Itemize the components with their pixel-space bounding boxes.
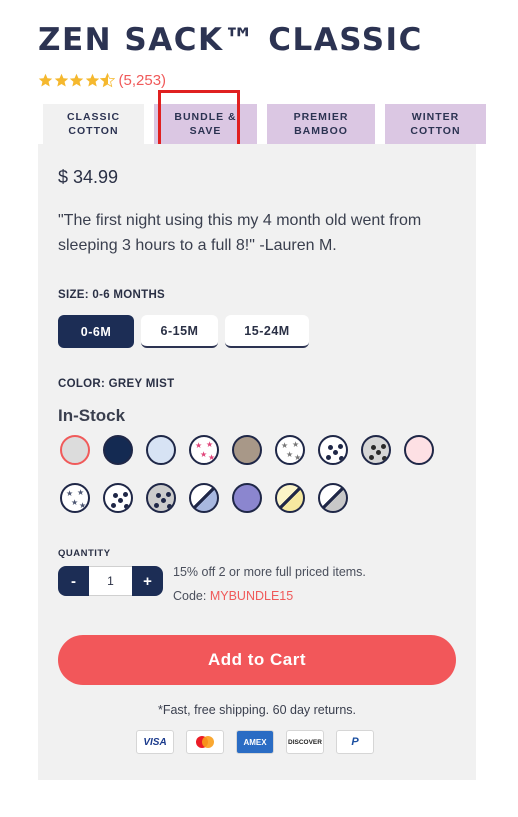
stock-status: In-Stock	[58, 406, 126, 425]
promo-code: MYBUNDLE15	[209, 589, 294, 603]
color-swatch-light-blue[interactable]	[146, 435, 176, 465]
product-tabs: CLASSIC COTTON BUNDLE & SAVE PREMIER BAMBOO…	[43, 104, 496, 144]
quantity-stepper: - +	[58, 566, 163, 596]
color-swatch-grey-stars[interactable]: ★ ★ ★ ★	[275, 435, 305, 465]
product-title: ZEN SACK™ CLASSIC	[38, 22, 423, 58]
discover-label: DISCOVER	[288, 738, 322, 746]
mastercard-icon	[186, 730, 224, 754]
size-label: SIZE: 0-6 MONTHS	[58, 289, 166, 301]
tab-bundle-save[interactable]: BUNDLE & SAVE	[154, 104, 257, 144]
color-swatch-blush[interactable]	[404, 435, 434, 465]
rating[interactable]: (5,253)	[38, 70, 166, 90]
color-swatch-grey-triangles[interactable]	[146, 483, 176, 513]
visa-icon: VISA	[136, 730, 174, 754]
discover-icon: DISCOVER	[286, 730, 324, 754]
amex-icon: AMEX	[236, 730, 274, 754]
quantity-label: QUANTITY	[58, 548, 111, 559]
promo-text: 15% off 2 or more full priced items. Cod…	[173, 560, 373, 608]
color-swatch-navy[interactable]	[103, 435, 133, 465]
decrease-quantity-button[interactable]: -	[58, 566, 89, 596]
review-count[interactable]: (5,253)	[119, 72, 167, 89]
color-swatch-lavender[interactable]	[232, 483, 262, 513]
color-swatch-grey-mist[interactable]	[60, 435, 90, 465]
amex-label: AMEX	[243, 737, 267, 747]
add-to-cart-button[interactable]: Add to Cart	[58, 635, 456, 685]
star-icon	[69, 73, 84, 86]
size-option-6-15m[interactable]: 6-15M	[141, 315, 218, 348]
increase-quantity-button[interactable]: +	[132, 566, 163, 596]
product-panel: $ 34.99 "The first night using this my 4…	[38, 144, 476, 780]
color-swatch-navy-dots[interactable]	[318, 435, 348, 465]
visa-label: VISA	[143, 736, 167, 748]
color-swatch-yellow-white[interactable]	[275, 483, 305, 513]
color-swatch-grey-pattern[interactable]	[318, 483, 348, 513]
payment-methods: VISA AMEX DISCOVER P	[136, 730, 386, 754]
color-swatch-blue-stars[interactable]: ★ ★ ★ ★	[60, 483, 90, 513]
star-icon	[85, 73, 99, 86]
star-icon	[38, 73, 53, 86]
color-swatch-taupe[interactable]	[232, 435, 262, 465]
color-swatch-white-dots[interactable]	[103, 483, 133, 513]
star-icon	[54, 73, 68, 86]
color-label: COLOR: GREY MIST	[58, 378, 175, 390]
rating-stars	[38, 72, 116, 88]
testimonial-quote: "The first night using this my 4 month o…	[58, 212, 422, 254]
color-swatch-pink-stars[interactable]: ★ ★ ★ ★	[189, 435, 219, 465]
size-option-15-24m[interactable]: 15-24M	[225, 315, 309, 348]
color-swatch-grey-dots[interactable]	[361, 435, 391, 465]
quantity-input[interactable]	[89, 566, 132, 596]
shipping-note: *Fast, free shipping. 60 day returns.	[157, 703, 357, 717]
tab-winter-cotton[interactable]: WINTER COTTON	[385, 104, 486, 144]
size-selector: 0-6M 6-15M 15-24M	[58, 315, 316, 348]
tab-premier-bamboo[interactable]: PREMIER BAMBOO	[267, 104, 375, 144]
paypal-icon: P	[336, 730, 374, 754]
color-swatch-blue-white[interactable]	[189, 483, 219, 513]
mastercard-logo	[196, 736, 214, 748]
size-option-0-6m[interactable]: 0-6M	[58, 315, 134, 348]
price: $ 34.99	[58, 167, 119, 187]
star-half-icon	[100, 72, 115, 87]
tab-classic-cotton[interactable]: CLASSIC COTTON	[43, 104, 144, 144]
